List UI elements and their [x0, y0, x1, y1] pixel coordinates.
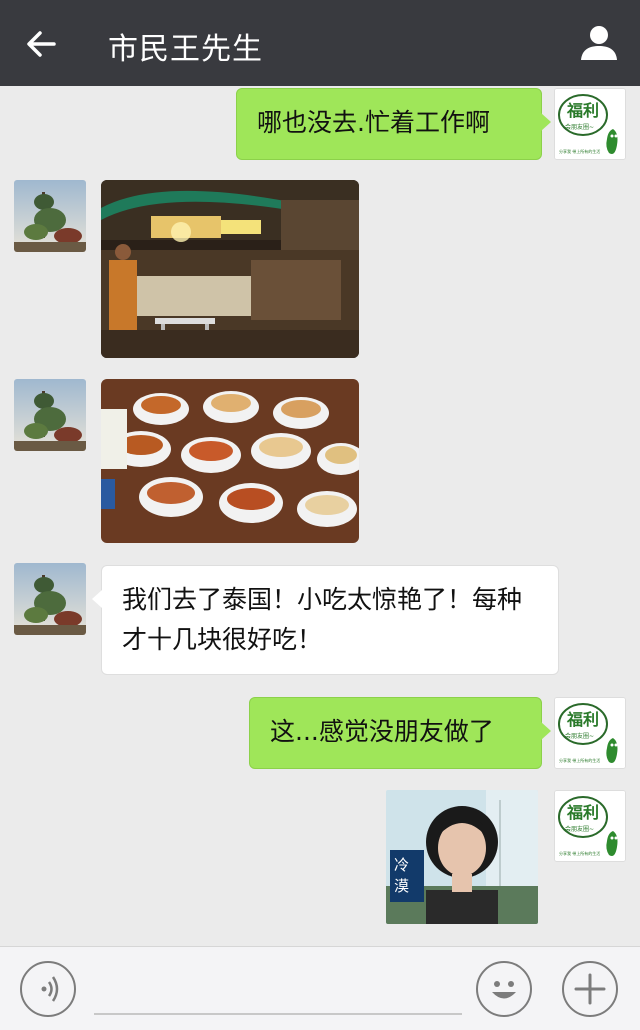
image-caption-char-2: 漠 [394, 877, 409, 895]
friend-avatar[interactable] [14, 180, 86, 252]
image-caption-char-1: 冷 [394, 856, 409, 874]
chat-header: 市民王先生 [0, 0, 640, 86]
welfare-logo-icon: 福利 会朋友圈~ 分享我 带上所有的生活 [555, 89, 625, 159]
voice-button[interactable] [20, 961, 76, 1017]
message-bubble-incoming[interactable]: 我们去了泰国！小吃太惊艳了！每种才十几块很好吃！ [92, 565, 559, 675]
input-bar [0, 946, 640, 1030]
logo-tiny-text: 分享我 带上所有的生活 [559, 757, 600, 763]
message-input[interactable] [94, 1013, 462, 1015]
user-icon [581, 26, 617, 60]
logo-sub-text: 会朋友圈~ [565, 123, 594, 131]
my-avatar[interactable]: 福利 会朋友圈~ 分享我 带上所有的生活 [554, 88, 626, 160]
logo-main-text: 福利 [566, 101, 599, 120]
logo-main-text: 福利 [566, 803, 599, 822]
message-bubble-outgoing[interactable]: 哪也没去.忙着工作啊 [236, 88, 551, 160]
message-image-incoming[interactable] [101, 180, 359, 358]
chat-title: 市民王先生 [108, 32, 263, 67]
message-text: 我们去了泰国！小吃太惊艳了！每种才十几块很好吃！ [122, 585, 523, 654]
smiley-icon [492, 981, 516, 999]
more-button[interactable] [562, 961, 618, 1017]
logo-tiny-text: 分享我 带上所有的生活 [559, 148, 600, 154]
tree-photo-icon [14, 563, 86, 635]
welfare-logo-icon: 福利 会朋友圈~ 分享我 带上所有的生活 [555, 698, 625, 768]
logo-tiny-text: 分享我 带上所有的生活 [559, 850, 600, 856]
tree-photo-icon [14, 379, 86, 451]
arrow-left-icon [27, 31, 56, 57]
message-image-outgoing[interactable]: 冷 漠 [386, 790, 538, 924]
message-bubble-outgoing[interactable]: 这...感觉没朋友做了 [249, 697, 551, 769]
back-button[interactable] [20, 22, 64, 66]
logo-sub-text: 会朋友圈~ [565, 825, 594, 833]
plus-icon [574, 973, 606, 1005]
my-avatar[interactable]: 福利 会朋友圈~ 分享我 带上所有的生活 [554, 790, 626, 862]
my-avatar[interactable]: 福利 会朋友圈~ 分享我 带上所有的生活 [554, 697, 626, 769]
logo-sub-text: 会朋友圈~ [565, 732, 594, 740]
voice-icon [41, 976, 59, 1002]
message-text: 哪也没去.忙着工作啊 [257, 108, 490, 137]
logo-main-text: 福利 [566, 710, 599, 729]
welfare-logo-icon: 福利 会朋友圈~ 分享我 带上所有的生活 [555, 791, 625, 861]
emoji-button[interactable] [476, 961, 532, 1017]
chat-info-button[interactable] [576, 20, 622, 66]
friend-avatar[interactable] [14, 563, 86, 635]
message-list[interactable]: 哪也没去.忙着工作啊 福利 会朋友圈~ 分享我 带上所有的生活 我们去了泰国！小… [0, 86, 640, 946]
woman-portrait-photo: 冷 漠 [386, 790, 538, 924]
night-market-photo [101, 180, 359, 358]
tree-photo-icon [14, 180, 86, 252]
friend-avatar[interactable] [14, 379, 86, 451]
snacks-photo [101, 379, 359, 543]
message-text: 这...感觉没朋友做了 [270, 717, 494, 746]
message-image-incoming[interactable] [101, 379, 359, 543]
